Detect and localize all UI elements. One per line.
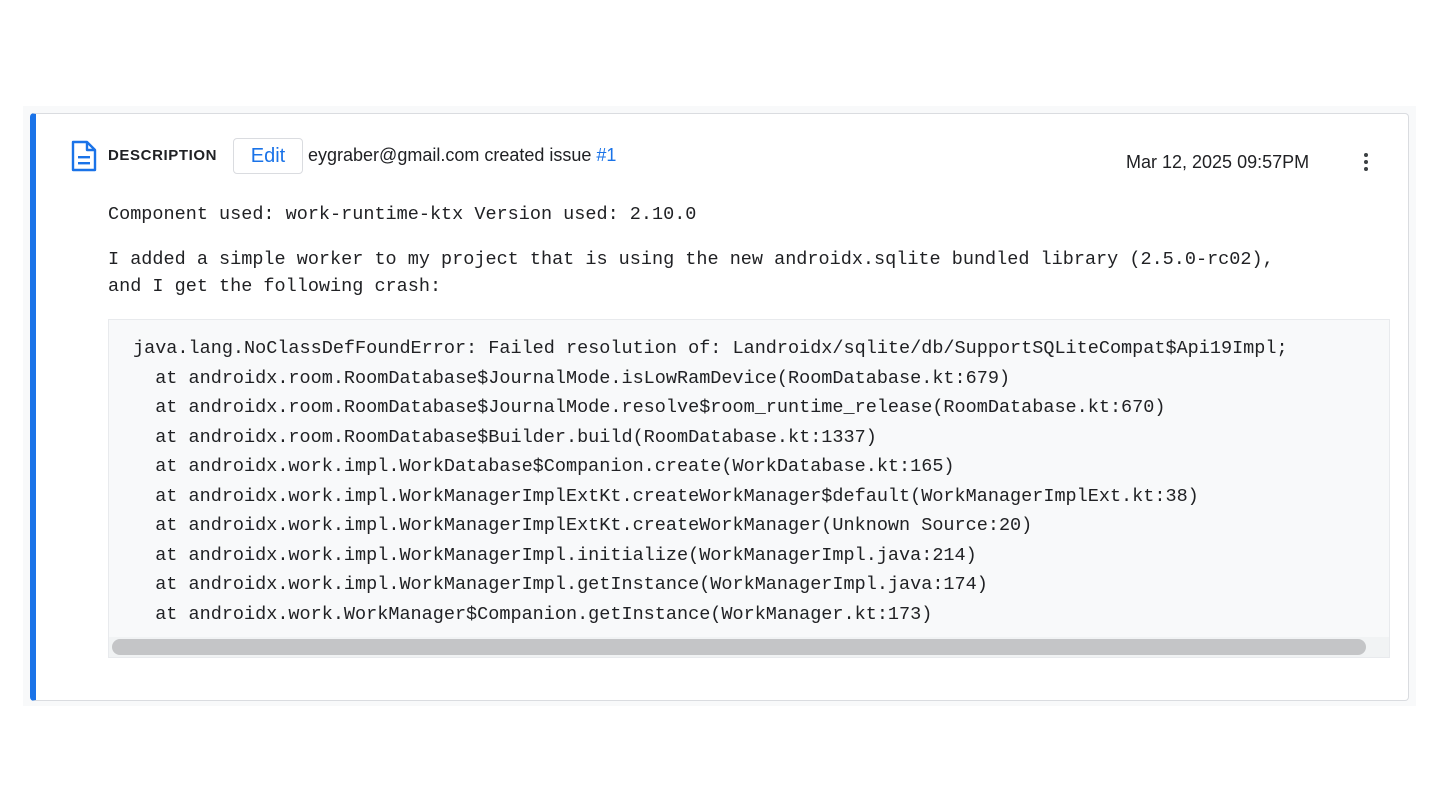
section-label: DESCRIPTION (108, 147, 218, 164)
document-icon (71, 140, 97, 172)
stacktrace-line: java.lang.NoClassDefFoundError: Failed r… (133, 338, 1288, 359)
issue-link[interactable]: #1 (596, 145, 616, 165)
code-block: java.lang.NoClassDefFoundError: Failed r… (108, 319, 1390, 658)
stacktrace-line: at androidx.work.impl.WorkManagerImplExt… (155, 515, 1033, 536)
more-options-button[interactable] (1350, 146, 1382, 178)
stacktrace-line: at androidx.work.impl.WorkManagerImpl.ge… (155, 574, 988, 595)
created-line: eygraber@gmail.com created issue #1 (308, 144, 616, 166)
stacktrace-line: at androidx.room.RoomDatabase$JournalMod… (155, 367, 1011, 389)
stacktrace-line: at androidx.work.impl.WorkManagerImpl.in… (155, 544, 977, 566)
description-card: DESCRIPTION Edit eygraber@gmail.com crea… (30, 113, 1409, 701)
stacktrace-line: at androidx.work.WorkManager$Companion.g… (133, 603, 933, 625)
edit-button[interactable]: Edit (233, 138, 303, 174)
horizontal-scrollbar[interactable] (109, 637, 1389, 657)
component-line: Component used: work-runtime-ktx Version… (108, 204, 697, 225)
stacktrace-line: at androidx.work.impl.WorkManagerImplExt… (155, 485, 1199, 507)
stacktrace: java.lang.NoClassDefFoundError: Failed r… (133, 334, 1288, 629)
stacktrace-line: at androidx.work.impl.WorkDatabase$Compa… (155, 456, 955, 477)
stacktrace-line: at androidx.room.RoomDatabase$JournalMod… (155, 397, 1166, 418)
creator-text: eygraber@gmail.com created issue (308, 145, 597, 165)
more-vert-icon (1364, 153, 1368, 157)
timestamp: Mar 12, 2025 09:57PM (1126, 152, 1310, 172)
scrollbar-thumb[interactable] (112, 639, 1367, 655)
description-paragraph: I added a simple worker to my project th… (108, 249, 1274, 297)
stacktrace-line: at androidx.room.RoomDatabase$Builder.bu… (155, 426, 877, 448)
